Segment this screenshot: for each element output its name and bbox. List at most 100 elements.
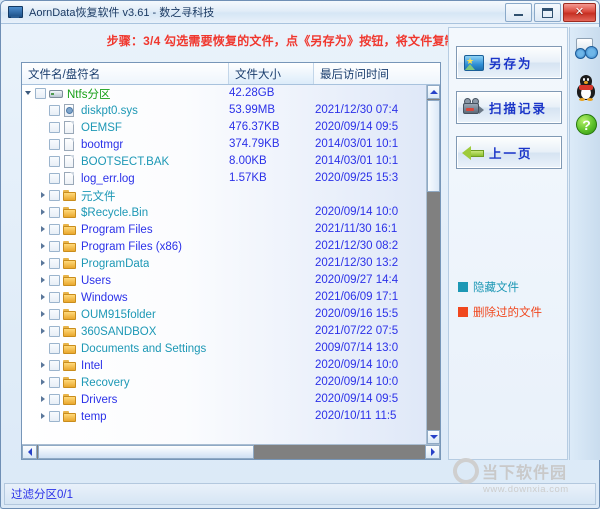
row-file-name: OEMSF [81,121,122,134]
folder-icon [63,223,77,236]
scroll-up-button[interactable] [427,85,440,99]
row-checkbox[interactable] [49,258,60,269]
title-bar: AornData恢复软件 v3.61 - 数之寻科技 ✕ [1,1,599,24]
column-header-date[interactable]: 最后访问时间 [314,63,440,84]
chevron-right-icon[interactable] [38,411,49,422]
legend-hidden-files: 隐藏文件 [458,279,568,295]
horizontal-scroll-thumb[interactable] [38,445,254,459]
row-checkbox[interactable] [49,394,60,405]
folder-icon [63,240,77,253]
row-checkbox[interactable] [49,241,60,252]
row-checkbox[interactable] [49,360,60,371]
minimize-button[interactable] [505,3,532,22]
row-file-name: Program Files [81,223,153,236]
table-row[interactable]: bootmgr 374.79KB 2014/03/01 10:1 [22,136,426,153]
row-checkbox[interactable] [49,207,60,218]
close-button[interactable]: ✕ [563,3,596,22]
column-header-size[interactable]: 文件大小 [229,63,314,84]
app-window: AornData恢复软件 v3.61 - 数之寻科技 ✕ 步骤：3/4 勾选需要… [0,0,600,509]
table-row[interactable]: Recovery 2020/09/14 10:0 [22,374,426,391]
table-row[interactable]: Intel 2020/09/14 10:0 [22,357,426,374]
legend-swatch-hidden [458,282,468,292]
column-header-name[interactable]: 文件名/盘符名 [22,63,229,84]
table-row[interactable]: OUM915folder 2020/09/16 15:5 [22,306,426,323]
row-checkbox[interactable] [49,105,60,116]
table-row[interactable]: 元文件 [22,187,426,204]
row-checkbox[interactable] [35,88,46,99]
row-access-time: 2020/10/11 11:5 [315,410,397,422]
row-file-size: 374.79KB [229,138,280,150]
table-row[interactable]: ProgramData 2021/12/30 13:2 [22,255,426,272]
chevron-right-icon[interactable] [38,224,49,235]
row-checkbox[interactable] [49,377,60,388]
table-row[interactable]: diskpt0.sys 53.99MB 2021/12/30 07:4 [22,102,426,119]
row-access-time: 2009/07/14 13:0 [315,342,399,354]
vertical-scrollbar[interactable] [426,85,440,444]
status-bar: 过滤分区0/1 [4,483,596,505]
table-row[interactable]: Ntfs分区 42.28GB [22,85,426,102]
row-checkbox[interactable] [49,275,60,286]
folder-icon [63,308,77,321]
chevron-right-icon[interactable] [38,190,49,201]
row-access-time: 2020/09/14 09:5 [315,121,399,133]
row-checkbox[interactable] [49,309,60,320]
row-expander-empty [38,139,49,150]
table-row[interactable]: Users 2020/09/27 14:4 [22,272,426,289]
table-row[interactable]: OEMSF 476.37KB 2020/09/14 09:5 [22,119,426,136]
table-row[interactable]: Program Files 2021/11/30 16:1 [22,221,426,238]
row-file-name: Ntfs分区 [67,88,111,101]
row-checkbox[interactable] [49,411,60,422]
row-checkbox[interactable] [49,224,60,235]
chevron-right-icon[interactable] [38,275,49,286]
row-file-size: 42.28GB [229,87,275,99]
row-access-time: 2021/11/30 16:1 [315,223,398,235]
chevron-right-icon[interactable] [24,88,35,99]
row-checkbox[interactable] [49,173,60,184]
horizontal-scrollbar[interactable] [22,444,440,459]
row-access-time: 2020/09/16 15:5 [315,308,399,320]
row-checkbox[interactable] [49,292,60,303]
maximize-button[interactable] [534,3,561,22]
scroll-down-button[interactable] [427,430,440,444]
vertical-scroll-thumb[interactable] [427,100,440,192]
table-row[interactable]: $Recycle.Bin 2020/09/14 10:0 [22,204,426,221]
table-row[interactable]: Documents and Settings 2009/07/14 13:0 [22,340,426,357]
row-checkbox[interactable] [49,190,60,201]
file-list-rows[interactable]: Ntfs分区 42.28GB diskpt0.sys 53.99MB 2021/12/3… [22,85,426,444]
help-icon[interactable]: ? [573,111,599,141]
table-row[interactable]: Program Files (x86) 2021/12/30 08:2 [22,238,426,255]
scroll-left-button[interactable] [22,445,37,459]
scan-record-button[interactable]: 扫描记录 [456,91,562,124]
settings-icon[interactable] [573,35,599,65]
scroll-right-button[interactable] [425,445,440,459]
chevron-right-icon[interactable] [38,377,49,388]
row-file-name: diskpt0.sys [81,104,138,117]
chevron-right-icon[interactable] [38,207,49,218]
legend-deleted-files: 删除过的文件 [458,304,568,320]
table-row[interactable]: BOOTSECT.BAK 8.00KB 2014/03/01 10:1 [22,153,426,170]
table-row[interactable]: log_err.log 1.57KB 2020/09/25 15:3 [22,170,426,187]
table-row[interactable]: Drivers 2020/09/14 09:5 [22,391,426,408]
row-checkbox[interactable] [49,343,60,354]
row-checkbox[interactable] [49,156,60,167]
table-row[interactable]: Windows 2021/06/09 17:1 [22,289,426,306]
row-checkbox[interactable] [49,139,60,150]
folder-icon [63,274,77,287]
table-row[interactable]: temp 2020/10/11 11:5 [22,408,426,425]
row-file-name: Intel [81,359,103,372]
qq-penguin-icon[interactable] [573,73,599,103]
chevron-right-icon[interactable] [38,394,49,405]
chevron-right-icon[interactable] [38,309,49,320]
chevron-right-icon[interactable] [38,326,49,337]
chevron-right-icon[interactable] [38,360,49,371]
chevron-right-icon[interactable] [38,292,49,303]
chevron-right-icon[interactable] [38,241,49,252]
table-row[interactable]: 360SANDBOX 2021/07/22 07:5 [22,323,426,340]
row-checkbox[interactable] [49,122,60,133]
close-icon: ✕ [574,6,585,18]
row-checkbox[interactable] [49,326,60,337]
save-as-button[interactable]: ★ 另存为 [456,46,562,79]
previous-page-button[interactable]: 上一页 [456,136,562,169]
chevron-right-icon[interactable] [38,258,49,269]
row-file-name: bootmgr [81,138,124,151]
